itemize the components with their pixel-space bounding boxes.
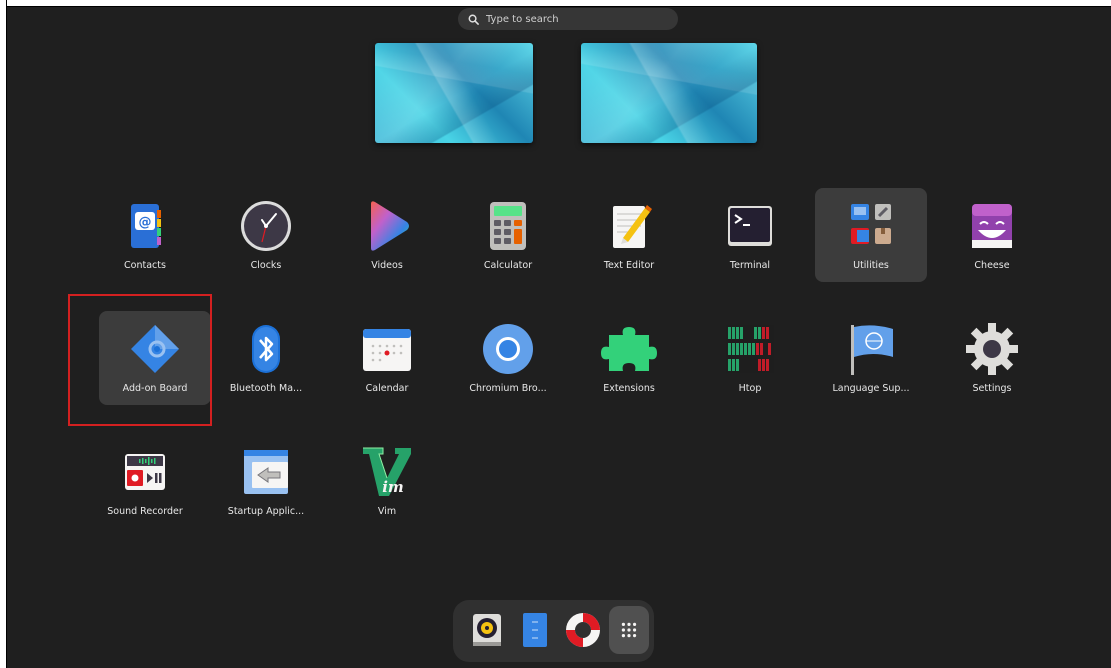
app-label: Videos (371, 260, 403, 271)
app-contacts[interactable]: @ Contacts (89, 188, 201, 282)
app-chromium-browser[interactable]: Chromium Bro... (452, 311, 564, 405)
app-extensions[interactable]: Extensions (573, 311, 685, 405)
screenshot-border-left (0, 0, 7, 668)
clock-icon (238, 198, 294, 254)
search-bar[interactable] (458, 8, 678, 30)
files-icon (523, 613, 547, 647)
gear-icon (964, 321, 1020, 377)
app-calendar[interactable]: Calendar (331, 311, 443, 405)
dock-item-show-apps[interactable] (609, 606, 649, 654)
app-label: Sound Recorder (107, 506, 183, 517)
app-folder-utilities[interactable]: Utilities (815, 188, 927, 282)
app-label: Extensions (603, 383, 655, 394)
search-icon (468, 14, 479, 25)
app-label: Language Sup... (832, 383, 910, 394)
app-bluetooth-manager[interactable]: Bluetooth Ma... (210, 311, 322, 405)
app-label: Htop (738, 383, 762, 394)
app-clocks[interactable]: Clocks (210, 188, 322, 282)
vim-icon: im (359, 444, 415, 500)
app-language-support[interactable]: Language Sup... (815, 311, 927, 405)
app-cheese[interactable]: Cheese (936, 188, 1048, 282)
svg-text:@: @ (139, 215, 152, 230)
app-label: Utilities (853, 260, 889, 271)
workspace-thumbnail-2[interactable] (581, 43, 757, 143)
app-vim[interactable]: im Vim (331, 434, 443, 528)
show-apps-grid-icon (621, 622, 637, 638)
calculator-icon (480, 198, 536, 254)
sound-recorder-icon (117, 444, 173, 500)
app-label: Cheese (974, 260, 1010, 271)
calendar-icon (359, 321, 415, 377)
selection-highlight-box (68, 294, 212, 426)
text-editor-icon (601, 198, 657, 254)
app-label: Contacts (124, 260, 166, 271)
search-input[interactable] (486, 13, 656, 25)
workspace-thumbnail-1[interactable] (375, 43, 533, 143)
app-label: Calendar (365, 383, 409, 394)
puzzle-piece-icon (601, 321, 657, 377)
svg-text:im: im (382, 478, 404, 496)
screenshot-border-top (0, 0, 1111, 7)
bluetooth-icon (238, 321, 294, 377)
un-flag-icon (843, 321, 899, 377)
startup-applications-icon (238, 444, 294, 500)
app-startup-applications[interactable]: Startup Applic... (210, 434, 322, 528)
app-htop[interactable]: Htop (694, 311, 806, 405)
app-label: Text Editor (603, 260, 655, 271)
utilities-folder-icon (843, 198, 899, 254)
dock-item-files[interactable] (511, 606, 559, 654)
app-label: Terminal (729, 260, 771, 271)
dash-dock (453, 600, 654, 662)
activities-overview: @ Contacts Clocks (7, 7, 1111, 668)
app-videos[interactable]: Videos (331, 188, 443, 282)
app-label: Vim (377, 506, 397, 517)
app-label: Bluetooth Ma... (229, 383, 303, 394)
app-label: Clocks (250, 260, 282, 271)
app-text-editor[interactable]: Text Editor (573, 188, 685, 282)
contacts-icon: @ (117, 198, 173, 254)
dock-item-help[interactable] (559, 606, 607, 654)
app-settings[interactable]: Settings (936, 311, 1048, 405)
app-label: Startup Applic... (227, 506, 305, 517)
app-label: Settings (972, 383, 1012, 394)
cheese-icon (964, 198, 1020, 254)
terminal-icon (722, 198, 778, 254)
app-label: Calculator (483, 260, 533, 271)
rhythmbox-icon (473, 614, 501, 646)
dock-item-rhythmbox[interactable] (463, 606, 511, 654)
help-lifebuoy-icon (566, 613, 600, 647)
chromium-icon (480, 321, 536, 377)
app-calculator[interactable]: Calculator (452, 188, 564, 282)
htop-icon (722, 321, 778, 377)
videos-play-icon (359, 198, 415, 254)
app-sound-recorder[interactable]: Sound Recorder (89, 434, 201, 528)
app-label: Chromium Bro... (469, 383, 547, 394)
app-terminal[interactable]: Terminal (694, 188, 806, 282)
